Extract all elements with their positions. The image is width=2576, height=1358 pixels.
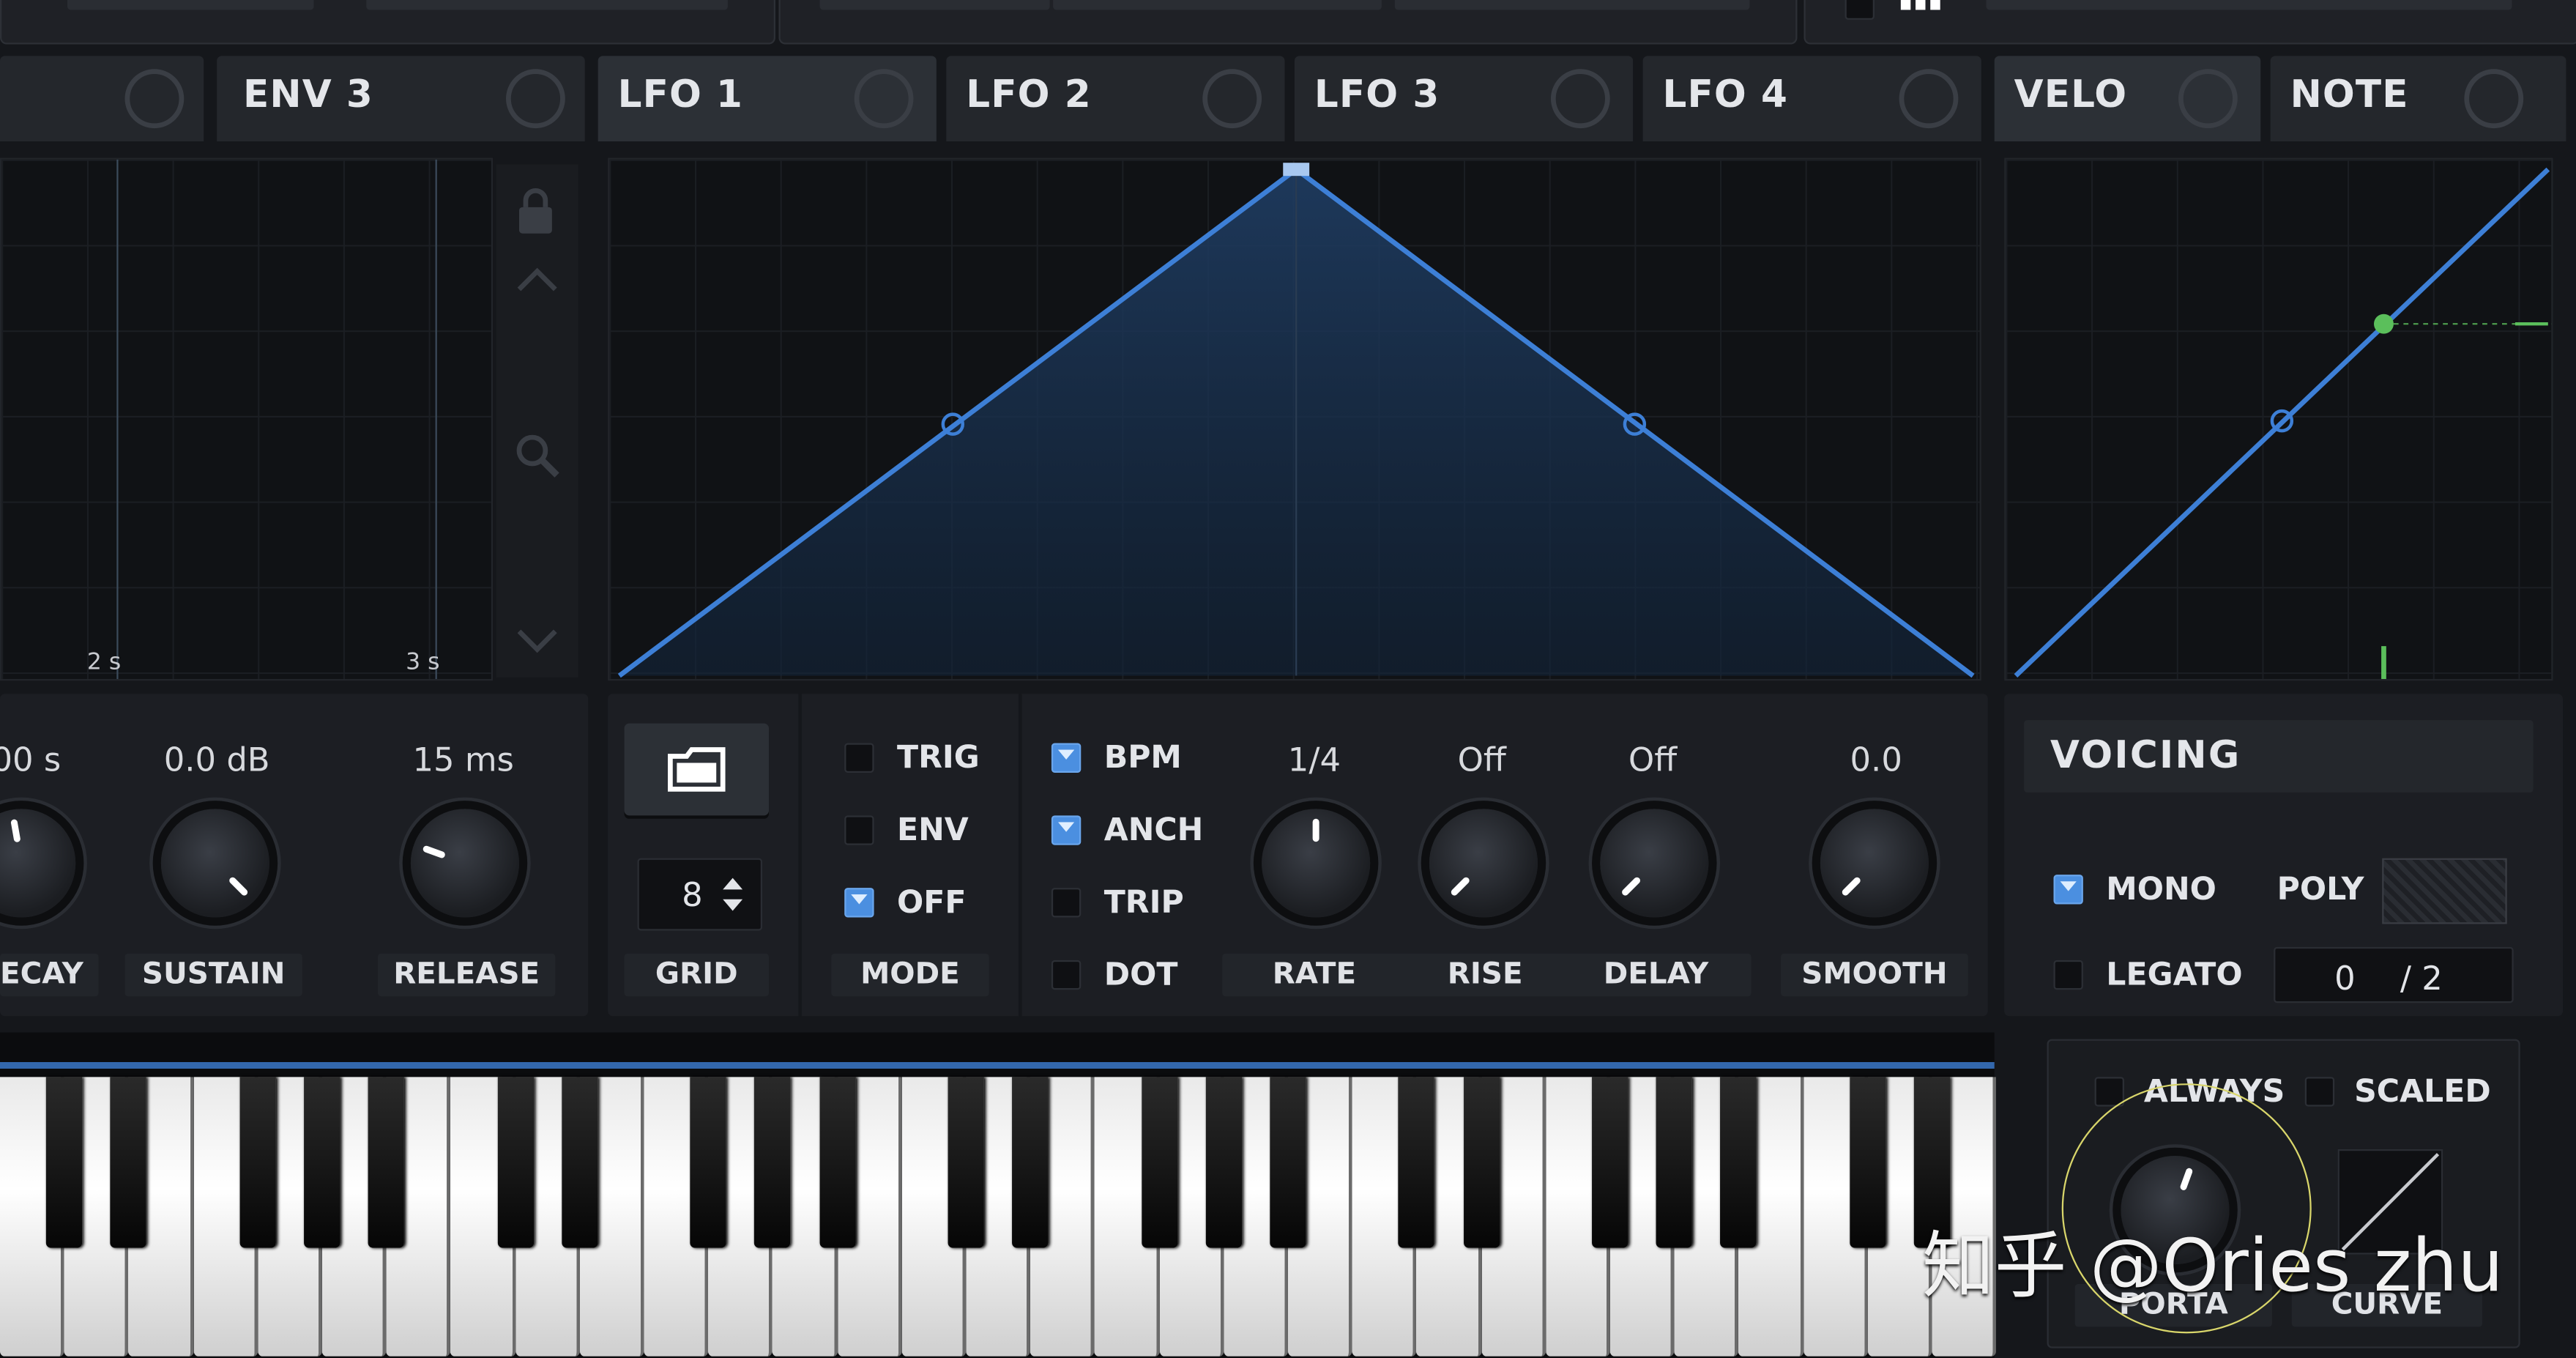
tab-velo[interactable]: VELO: [1994, 56, 2261, 142]
black-key[interactable]: [1463, 1077, 1500, 1248]
mono-checkbox[interactable]: [2053, 875, 2083, 905]
tab-label: NOTE: [2290, 74, 2409, 117]
velocity-curve[interactable]: [2006, 160, 2553, 681]
black-key[interactable]: [1012, 1077, 1049, 1248]
black-key[interactable]: [1720, 1077, 1757, 1248]
velocity-point: [2374, 313, 2394, 334]
velocity-curve-graph[interactable]: [2004, 157, 2553, 681]
voice-count: 0: [2334, 958, 2356, 998]
black-key[interactable]: [111, 1077, 147, 1248]
tab-label: VELO: [2014, 74, 2128, 117]
top-field-drive-mix[interactable]: [1986, 0, 2512, 10]
voicing-header: VOICING: [2024, 720, 2534, 793]
black-key[interactable]: [1592, 1077, 1628, 1248]
tab-knob-icon[interactable]: [2178, 69, 2238, 129]
piano-keyboard[interactable]: [0, 1032, 1997, 1358]
scaled-checkbox[interactable]: [2304, 1077, 2335, 1107]
scaled-label: SCALED: [2354, 1073, 2491, 1110]
black-key[interactable]: [1656, 1077, 1693, 1248]
voicing-panel: VOICING MONO POLY LEGATO 0 / 2: [2004, 694, 2564, 1017]
black-key[interactable]: [754, 1077, 792, 1248]
black-key[interactable]: [1270, 1077, 1306, 1248]
black-key[interactable]: [561, 1077, 598, 1248]
black-key[interactable]: [1141, 1077, 1177, 1248]
tab-knob-icon[interactable]: [2464, 69, 2524, 129]
mono-label: MONO: [2106, 871, 2216, 908]
black-key[interactable]: [1849, 1077, 1886, 1248]
legato-checkbox[interactable]: [2053, 960, 2083, 990]
watermark: 知乎 @Ories zhu: [1922, 1225, 2504, 1309]
poly-label: POLY: [2277, 871, 2364, 908]
black-key[interactable]: [46, 1077, 83, 1248]
synth-modulation-panel: ENV 3 LFO 1 LFO 2 LFO 3 LFO 4 VELO NOTE …: [0, 0, 2576, 1358]
voice-max: / 2: [2400, 958, 2443, 998]
black-key[interactable]: [239, 1077, 276, 1248]
black-key[interactable]: [304, 1077, 340, 1248]
black-key[interactable]: [1205, 1077, 1242, 1248]
legato-label: LEGATO: [2106, 957, 2243, 993]
black-key[interactable]: [690, 1077, 727, 1248]
black-key[interactable]: [368, 1077, 405, 1248]
voice-count-display[interactable]: 0 / 2: [2274, 946, 2514, 1003]
tab-note[interactable]: NOTE: [2270, 56, 2566, 142]
black-key[interactable]: [948, 1077, 984, 1248]
black-key[interactable]: [496, 1077, 534, 1248]
black-key[interactable]: [1399, 1077, 1435, 1248]
black-key[interactable]: [819, 1077, 856, 1248]
voicing-title: VOICING: [2050, 735, 2241, 778]
poly-voices-field[interactable]: [2382, 858, 2507, 924]
